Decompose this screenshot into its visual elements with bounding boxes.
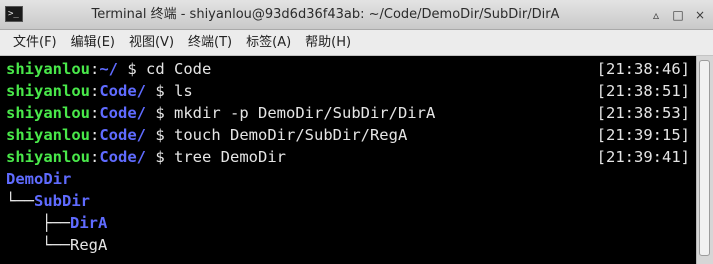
terminal-window: >_ Terminal 终端 - shiyanlou@93d6d36f43ab:… xyxy=(0,0,713,264)
menu-terminal[interactable]: 终端(T) xyxy=(181,32,239,54)
command-text: $ cd Code xyxy=(118,60,212,78)
maximize-icon[interactable]: □ xyxy=(671,8,685,22)
tree-entry: └──RegA xyxy=(42,234,107,256)
scrollbar-thumb[interactable] xyxy=(699,60,710,256)
prompt-path: Code/ xyxy=(99,148,147,166)
menu-help[interactable]: 帮助(H) xyxy=(298,32,358,54)
command-text: $ tree DemoDir xyxy=(146,148,286,166)
menu-file[interactable]: 文件(F) xyxy=(6,32,64,54)
timestamp: [21:38:53] xyxy=(596,104,690,122)
prompt-separator: : xyxy=(90,82,100,100)
window-controls: ▵ □ × xyxy=(649,0,707,30)
directory-name: DemoDir xyxy=(6,170,72,188)
directory-name: SubDir xyxy=(34,192,90,210)
command-text: $ mkdir -p DemoDir/SubDir/DirA xyxy=(146,104,436,122)
prompt-user: shiyanlou xyxy=(6,148,90,166)
tree-entry: ├──DirA xyxy=(42,212,107,234)
command-line: shiyanlou:~/ $ cd Code xyxy=(6,58,211,80)
prompt-path: Code/ xyxy=(99,104,147,122)
close-icon[interactable]: × xyxy=(693,8,707,22)
command-line: shiyanlou:Code/ $ mkdir -p DemoDir/SubDi… xyxy=(6,102,435,124)
file-name: RegA xyxy=(70,236,108,254)
command-text: $ ls xyxy=(146,82,193,100)
command-line: shiyanlou:Code/ $ tree DemoDir xyxy=(6,146,286,168)
title-bar[interactable]: >_ Terminal 终端 - shiyanlou@93d6d36f43ab:… xyxy=(0,0,713,30)
directory-name: DirA xyxy=(70,214,108,232)
prompt-user: shiyanlou xyxy=(6,82,90,100)
prompt-separator: : xyxy=(90,148,100,166)
timestamp: [21:38:51] xyxy=(596,82,690,100)
window-title: Terminal 终端 - shiyanlou@93d6d36f43ab: ~/… xyxy=(91,7,560,22)
command-text: $ touch DemoDir/SubDir/RegA xyxy=(146,126,408,144)
menu-bar: 文件(F) 编辑(E) 视图(V) 终端(T) 标签(A) 帮助(H) xyxy=(0,30,713,56)
tree-branch: └── xyxy=(6,192,34,210)
timestamp: [21:39:15] xyxy=(596,126,690,144)
tree-entry: └──SubDir xyxy=(6,190,90,212)
menu-view[interactable]: 视图(V) xyxy=(122,32,181,54)
prompt-user: shiyanlou xyxy=(6,126,90,144)
prompt-path: ~/ xyxy=(99,60,119,78)
command-line: shiyanlou:Code/ $ touch DemoDir/SubDir/R… xyxy=(6,124,407,146)
terminal-app-icon: >_ xyxy=(5,6,23,22)
prompt-path: Code/ xyxy=(99,82,147,100)
prompt-separator: : xyxy=(90,104,100,122)
prompt-path: Code/ xyxy=(99,126,147,144)
timestamp: [21:39:41] xyxy=(596,148,690,166)
menu-tabs[interactable]: 标签(A) xyxy=(239,32,298,54)
terminal-output[interactable]: shiyanlou:~/ $ cd Code [21:38:46] shiyan… xyxy=(0,56,696,264)
prompt-user: shiyanlou xyxy=(6,104,90,122)
command-line: shiyanlou:Code/ $ ls xyxy=(6,80,193,102)
minimize-icon[interactable]: ▵ xyxy=(649,8,663,22)
tree-branch: └── xyxy=(42,236,70,254)
prompt-user: shiyanlou xyxy=(6,60,90,78)
menu-edit[interactable]: 编辑(E) xyxy=(64,32,122,54)
prompt-separator: : xyxy=(90,126,100,144)
vertical-scrollbar[interactable] xyxy=(696,56,713,264)
timestamp: [21:38:46] xyxy=(596,60,690,78)
prompt-separator: : xyxy=(90,60,100,78)
tree-branch: ├── xyxy=(42,214,70,232)
tree-root: DemoDir xyxy=(6,168,71,190)
